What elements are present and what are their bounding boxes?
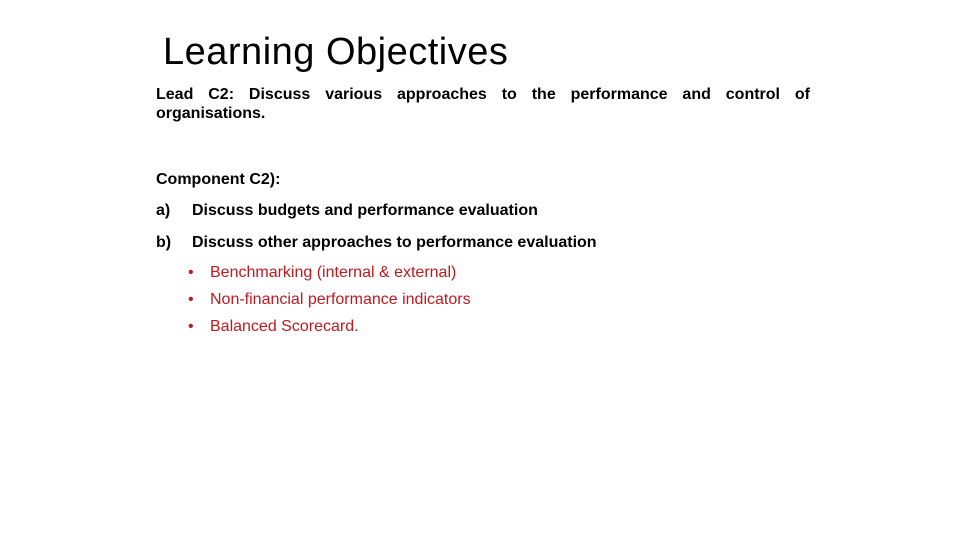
sub-bullet-text: Balanced Scorecard. xyxy=(210,318,359,335)
sub-bullet-item: • Benchmarking (internal & external) xyxy=(188,259,471,286)
sub-bullet-item: • Non-financial performance indicators xyxy=(188,286,471,313)
bullet-icon: • xyxy=(188,291,194,308)
sub-bullet-text: Non-financial performance indicators xyxy=(210,291,471,308)
component-label: Component C2): xyxy=(156,171,281,188)
objective-item-a: a) Discuss budgets and performance evalua… xyxy=(156,201,538,221)
item-text: Discuss other approaches to performance … xyxy=(192,234,597,251)
item-marker: a) xyxy=(156,202,171,219)
item-marker: b) xyxy=(156,234,172,251)
bullet-icon: • xyxy=(188,264,194,281)
bullet-icon: • xyxy=(188,318,194,335)
sub-bullet-list: • Benchmarking (internal & external) • Non… xyxy=(188,259,471,340)
objective-item-b: b) Discuss other approaches to performanc… xyxy=(156,233,597,253)
sub-bullet-item: • Balanced Scorecard. xyxy=(188,313,471,340)
lead-objective: Lead C2: Discuss various approaches to t… xyxy=(156,86,810,122)
slide-title: Learning Objectives xyxy=(163,31,509,73)
item-text: Discuss budgets and performance evaluati… xyxy=(192,202,538,219)
sub-bullet-text: Benchmarking (internal & external) xyxy=(210,264,457,281)
